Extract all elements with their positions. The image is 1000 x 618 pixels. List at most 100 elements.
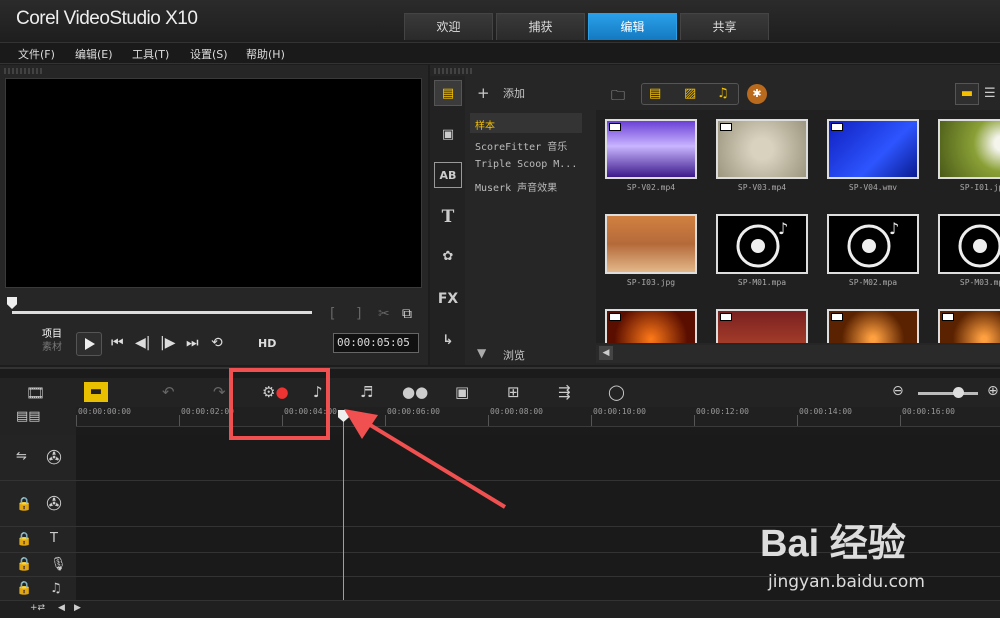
folder-icon[interactable]: 🗀 [611, 85, 625, 109]
scrub-bar[interactable] [12, 311, 312, 314]
split-clip-icon[interactable]: ✂ [378, 306, 390, 322]
library-thumbnail[interactable]: ♪ SP-M03.mpa [929, 205, 1000, 300]
track-manager-icon[interactable]: ▤▤ [16, 409, 41, 424]
tab-capture[interactable]: 捕获 [496, 13, 585, 40]
graphics-icon[interactable]: ✿ [434, 244, 462, 270]
tab-welcome[interactable]: 欢迎 [404, 13, 493, 40]
library-thumbnail[interactable] [596, 300, 702, 343]
multi-camera-icon[interactable]: ⊞ [507, 383, 520, 401]
zoom-slider-knob[interactable] [953, 387, 964, 398]
library-thumbnail[interactable]: SP-I03.jpg [596, 205, 702, 300]
mark-out-icon[interactable]: ] [356, 306, 361, 322]
panel-grip[interactable] [4, 68, 44, 74]
transition-icon[interactable]: ▣ [434, 122, 462, 148]
home-icon[interactable]: ⏮ [111, 335, 124, 351]
overlay-track-header[interactable]: 🔒 ✇ [0, 481, 76, 527]
list-view-icon[interactable]: ☰ [984, 86, 996, 101]
app-logo: Corel VideoStudio X10 [16, 8, 198, 29]
folder-triple-scoop[interactable]: Triple Scoop M... [475, 159, 577, 170]
zoom-in-icon[interactable]: ⊕ [987, 383, 999, 399]
title-track-lock-icon[interactable]: 🔒 [16, 532, 32, 547]
play-button[interactable] [76, 332, 102, 356]
video-badge-icon [720, 313, 732, 321]
voice-track-header[interactable]: 🔒 🎙 [0, 553, 76, 577]
enlarge-preview-icon[interactable]: ⧉ [402, 306, 412, 322]
voice-track-mic-icon: 🎙 [50, 557, 67, 572]
library-thumbnail[interactable] [929, 300, 1000, 343]
library-thumbnail[interactable]: ♪ SP-M01.mpa [707, 205, 813, 300]
add-icon[interactable]: + [477, 84, 490, 102]
music-track-header[interactable]: 🔒 ♫ [0, 577, 76, 601]
menu-file[interactable]: 文件(F) [18, 46, 55, 62]
menu-tools[interactable]: 工具(T) [132, 46, 169, 62]
ruler-tick-mark [179, 415, 180, 426]
tab-edit[interactable]: 编辑 [588, 13, 677, 40]
undo-icon[interactable]: ↶ [162, 383, 175, 401]
menu-help[interactable]: 帮助(H) [246, 46, 285, 62]
library-thumbnail[interactable]: SP-I01.jpg [929, 110, 1000, 205]
library-thumbnail[interactable]: SP-V04.wmv [818, 110, 924, 205]
add-track-icon[interactable]: +⇄ [30, 603, 45, 613]
zoom-slider[interactable] [918, 392, 978, 395]
title-track-header[interactable]: 🔒 T [0, 527, 76, 553]
redo-icon[interactable]: ↷ [213, 383, 226, 401]
tab-share[interactable]: 共享 [680, 13, 769, 40]
scroll-left-icon[interactable]: ◀ [599, 346, 613, 360]
motion-tracking-icon[interactable]: ●● [402, 383, 428, 401]
folder-scorefitter[interactable]: ScoreFitter 音乐 [475, 138, 567, 153]
panel-grip[interactable] [434, 68, 474, 74]
repeat-icon[interactable]: ⟲ [211, 335, 223, 351]
auto-music-icon[interactable]: ♬ [360, 383, 373, 401]
library-thumbnail[interactable] [818, 300, 924, 343]
library-scrollbar[interactable]: ◀ [596, 345, 1000, 363]
music-track-lock-icon[interactable]: 🔒 [16, 581, 32, 596]
overlay-track-lock-icon[interactable]: 🔒 [16, 497, 32, 512]
next-frame-icon[interactable]: |▶ [160, 335, 175, 351]
zoom-out-icon[interactable]: ⊖ [892, 383, 904, 399]
video-track-lock-icon[interactable]: ⇋ [16, 449, 27, 464]
timecode-field[interactable]: 00:00:05:05 [333, 333, 419, 353]
library-thumbnail[interactable]: SP-V02.mp4 [596, 110, 702, 205]
text-icon[interactable]: T [434, 204, 462, 230]
show-video-icon[interactable]: ▤ [649, 86, 661, 101]
menu-settings[interactable]: 设置(S) [190, 46, 228, 62]
folder-muserk[interactable]: Muserk 声音效果 [475, 179, 557, 194]
path-icon[interactable]: ↳ [434, 328, 462, 354]
prev-frame-icon[interactable]: ◀| [135, 335, 150, 351]
speaker-icon: ♪ [736, 219, 788, 268]
voice-track-lock-icon[interactable]: 🔒 [16, 557, 32, 572]
hd-toggle[interactable]: HD [258, 337, 276, 350]
menu-edit[interactable]: 编辑(E) [75, 46, 113, 62]
scroll-right-icon[interactable]: ▶ [74, 603, 81, 613]
show-audio-icon[interactable]: ♫ [717, 86, 729, 101]
library-thumbnail[interactable]: SP-V03.mp4 [707, 110, 813, 205]
clip-mode-label[interactable]: 素材 [42, 341, 62, 354]
mark-in-icon[interactable]: [ [330, 306, 335, 322]
project-mode-label[interactable]: 项目 [42, 328, 62, 341]
end-icon[interactable]: ⏭ [186, 335, 199, 351]
scroll-left-icon[interactable]: ◀ [58, 603, 65, 613]
library-thumbnail[interactable] [707, 300, 813, 343]
video-track-header[interactable]: ⇋ ✇ [0, 435, 76, 481]
time-remap-icon[interactable]: ⇶ [558, 383, 571, 401]
stop-motion-icon[interactable]: ◯ [608, 383, 625, 401]
video-track[interactable] [76, 435, 1000, 481]
fx-icon[interactable]: FX [434, 286, 462, 312]
show-photo-icon[interactable]: ▨ [684, 86, 696, 101]
subtitle-editor-icon[interactable]: ▣ [455, 383, 469, 401]
browse-icon[interactable]: ▼ [477, 346, 486, 360]
add-folder-button[interactable]: 添加 [503, 85, 525, 101]
timeline-view-icon[interactable]: ▬ [84, 382, 108, 402]
storyboard-view-icon[interactable]: 🎞 [26, 384, 45, 402]
image-thumbnail-image [605, 214, 697, 274]
preview-screen [5, 78, 422, 288]
library-thumbnail[interactable]: ♪ SP-M02.mpa [818, 205, 924, 300]
import-media-icon[interactable]: ✱ [747, 84, 767, 104]
title-ab-icon[interactable]: AB [434, 162, 462, 188]
svg-text:♪: ♪ [889, 219, 899, 238]
folder-sample[interactable]: 样本 [475, 117, 495, 132]
timeline-ruler[interactable]: 00:00:00:00 00:00:02:00 00:00:04:00 00:00:0… [76, 407, 1000, 427]
browse-button[interactable]: 浏览 [503, 347, 525, 363]
thumbnail-view-icon[interactable]: ▬ [955, 83, 979, 105]
media-icon[interactable]: ▤ [434, 80, 462, 106]
